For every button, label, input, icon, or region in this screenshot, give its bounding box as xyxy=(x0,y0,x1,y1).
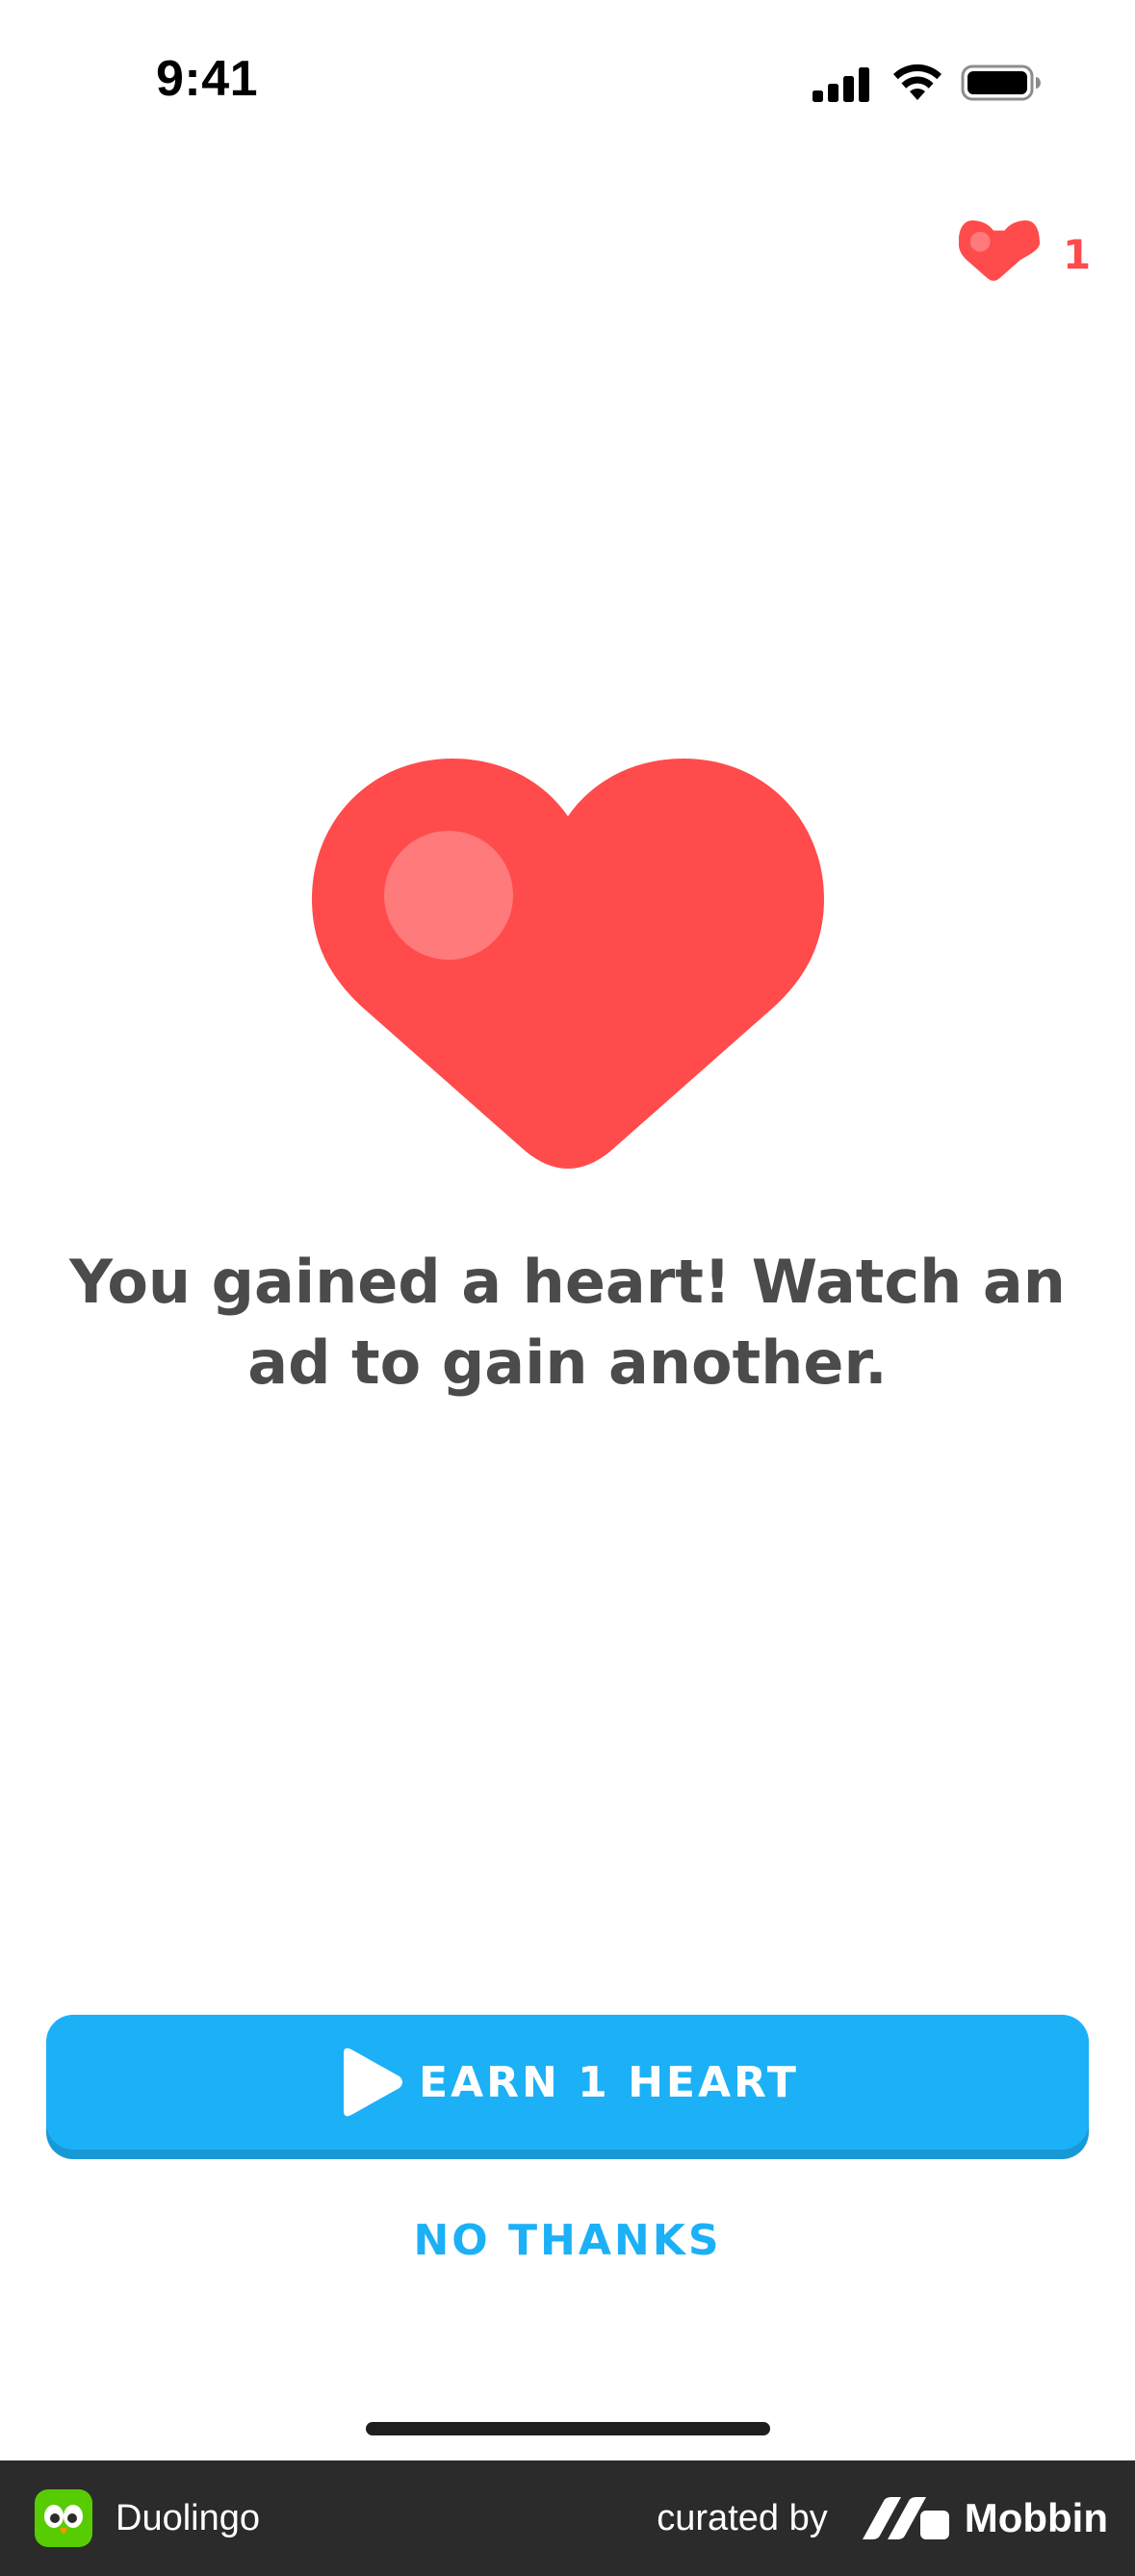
cellular-signal-icon xyxy=(813,67,869,102)
earn-heart-label: EARN 1 HEART xyxy=(419,2057,799,2107)
home-indicator[interactable] xyxy=(366,2422,770,2435)
status-time: 9:41 xyxy=(156,51,259,107)
footer-curated: curated by Mobbin xyxy=(657,2489,1108,2547)
play-icon xyxy=(344,2048,403,2117)
mobbin-logo-icon xyxy=(862,2497,949,2539)
heart-icon xyxy=(959,220,1040,281)
status-icons xyxy=(813,64,1044,102)
mobbin-brand-name: Mobbin xyxy=(964,2495,1108,2540)
battery-icon xyxy=(961,64,1041,101)
hearts-count: 1 xyxy=(1063,231,1092,278)
reward-message: You gained a heart! Watch an ad to gain … xyxy=(69,1247,1066,1398)
status-bar: 9:41 xyxy=(0,0,1135,164)
curated-by-label: curated by xyxy=(657,2497,828,2538)
wifi-icon xyxy=(893,64,942,100)
app-name: Duolingo xyxy=(116,2497,260,2538)
no-thanks-button[interactable]: NO THANKS xyxy=(0,2216,1135,2265)
hearts-counter[interactable]: 1 xyxy=(959,219,1094,296)
earn-heart-button[interactable]: EARN 1 HEART xyxy=(46,2015,1089,2150)
duolingo-logo-icon xyxy=(35,2489,92,2547)
footer-app: Duolingo xyxy=(35,2489,260,2547)
heart-illustration-icon xyxy=(312,759,824,1169)
footer-bar: Duolingo curated by Mobbin xyxy=(0,2460,1135,2576)
